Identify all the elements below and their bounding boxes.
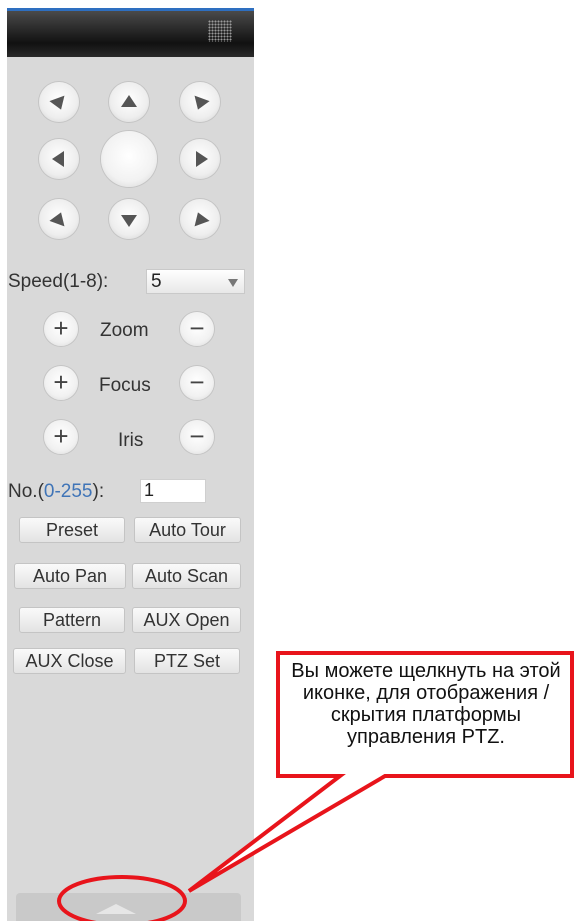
highlight-ellipse <box>57 875 187 921</box>
annotation-layer <box>57 651 574 921</box>
callout-text: Вы можете щелкнуть на этой иконке, для о… <box>291 660 561 748</box>
